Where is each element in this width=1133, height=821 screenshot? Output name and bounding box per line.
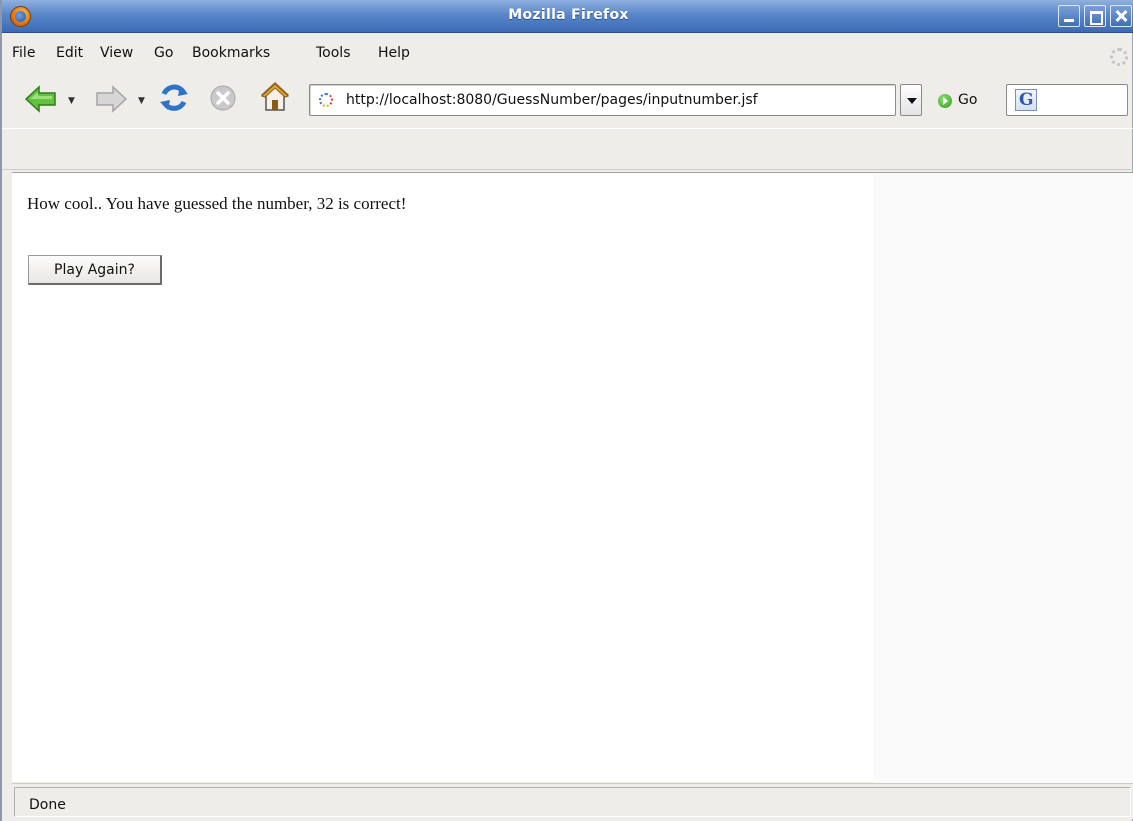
browser-window: Mozilla Firefox File Edit View Go Bookma… xyxy=(0,0,1133,821)
url-input[interactable]: http://localhost:8080/GuessNumber/pages/… xyxy=(346,92,758,108)
go-icon[interactable] xyxy=(938,94,952,108)
back-icon[interactable] xyxy=(24,84,58,114)
status-bar: Done xyxy=(12,783,1133,819)
menu-edit[interactable]: Edit xyxy=(56,45,83,61)
window-title: Mozilla Firefox xyxy=(508,7,629,23)
search-bar[interactable]: G xyxy=(1006,84,1128,116)
maximize-icon[interactable] xyxy=(1084,5,1106,27)
reload-icon[interactable] xyxy=(158,82,190,114)
title-bar: Mozilla Firefox xyxy=(2,0,1133,33)
menu-go[interactable]: Go xyxy=(154,45,173,61)
menu-tools[interactable]: Tools xyxy=(316,45,351,61)
search-engine-glyph: G xyxy=(1019,90,1034,110)
status-text: Done xyxy=(29,797,66,813)
play-again-button[interactable]: Play Again? xyxy=(28,255,162,285)
minimize-icon[interactable] xyxy=(1058,5,1080,27)
menu-view[interactable]: View xyxy=(100,45,133,61)
menu-file[interactable]: File xyxy=(12,45,35,61)
menu-bookmarks[interactable]: Bookmarks xyxy=(192,45,270,61)
back-history-dropdown-icon[interactable]: ▼ xyxy=(68,96,75,106)
result-message: How cool.. You have guessed the number, … xyxy=(27,194,407,213)
home-icon[interactable] xyxy=(258,80,292,114)
close-icon[interactable] xyxy=(1110,5,1132,27)
forward-icon[interactable] xyxy=(94,84,128,114)
url-bar[interactable]: http://localhost:8080/GuessNumber/pages/… xyxy=(309,84,896,116)
bookmarks-toolbar xyxy=(2,128,1133,170)
page-content: How cool.. You have guessed the number, … xyxy=(12,172,1133,783)
menu-bar: File Edit View Go Bookmarks Tools Help xyxy=(2,40,1133,64)
forward-history-dropdown-icon[interactable]: ▼ xyxy=(138,96,145,106)
throbber-icon xyxy=(1110,48,1128,66)
go-button[interactable]: Go xyxy=(958,92,977,108)
url-dropdown-icon[interactable] xyxy=(900,84,922,116)
search-engine-icon[interactable]: G xyxy=(1015,89,1037,111)
status-panel: Done xyxy=(14,787,1131,817)
menu-help[interactable]: Help xyxy=(378,45,410,61)
url-favicon xyxy=(319,93,333,107)
stop-icon[interactable] xyxy=(210,85,236,111)
content-background-shade xyxy=(873,173,1133,783)
